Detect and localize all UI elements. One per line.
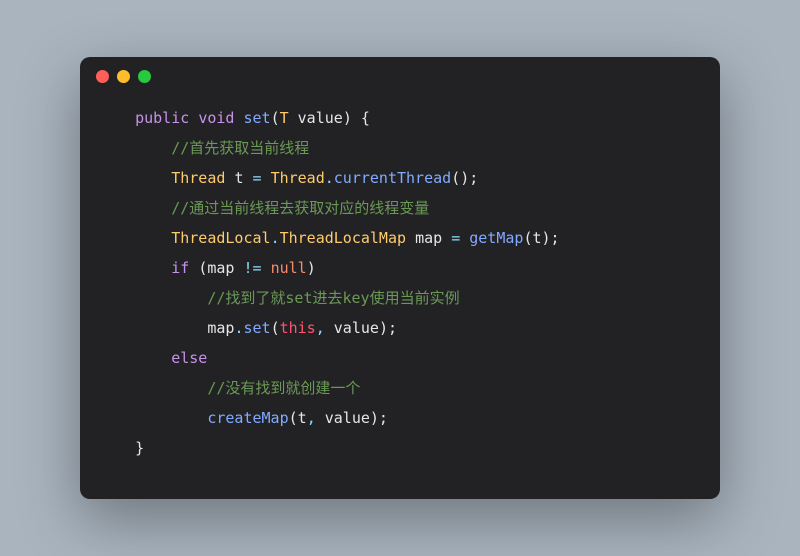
function-name: set (243, 109, 270, 127)
paren: ); (370, 409, 388, 427)
minimize-icon[interactable] (117, 70, 130, 83)
paren: ( (271, 109, 280, 127)
paren: ); (379, 319, 397, 337)
this-keyword: this (280, 319, 316, 337)
operator: != (243, 259, 261, 277)
method: getMap (469, 229, 523, 247)
variable: map (415, 229, 442, 247)
type: ThreadLocal (171, 229, 270, 247)
close-icon[interactable] (96, 70, 109, 83)
code-window: public void set(T value) { //首先获取当前线程 Th… (80, 57, 720, 499)
comment: //没有找到就创建一个 (207, 379, 360, 397)
type: ThreadLocalMap (280, 229, 406, 247)
keyword-type: void (198, 109, 234, 127)
class: Thread (271, 169, 325, 187)
paren: ) (343, 109, 352, 127)
code-block: public void set(T value) { //首先获取当前线程 Th… (80, 95, 720, 499)
param-type: T (280, 109, 289, 127)
keyword-else: else (171, 349, 207, 367)
paren: ); (542, 229, 560, 247)
paren: ) (307, 259, 316, 277)
arg: value (325, 409, 370, 427)
paren: ( (271, 319, 280, 337)
variable: map (207, 319, 234, 337)
tail: (); (451, 169, 478, 187)
arg: t (298, 409, 307, 427)
brace: } (135, 439, 144, 457)
variable: t (234, 169, 243, 187)
operator: = (451, 229, 460, 247)
dot: . (271, 229, 280, 247)
param-name: value (298, 109, 343, 127)
type: Thread (171, 169, 225, 187)
arg: t (532, 229, 541, 247)
titlebar (80, 57, 720, 95)
keyword-if: if (171, 259, 189, 277)
comment: //通过当前线程去获取对应的线程变量 (171, 199, 429, 217)
paren: ( (198, 259, 207, 277)
variable: map (207, 259, 234, 277)
maximize-icon[interactable] (138, 70, 151, 83)
method: set (243, 319, 270, 337)
arg: value (334, 319, 379, 337)
paren: ( (289, 409, 298, 427)
comma: , (316, 319, 325, 337)
method: createMap (207, 409, 288, 427)
brace: { (361, 109, 370, 127)
comment: //找到了就set进去key使用当前实例 (207, 289, 459, 307)
comma: , (307, 409, 316, 427)
dot: . (325, 169, 334, 187)
method: currentThread (334, 169, 451, 187)
comment: //首先获取当前线程 (171, 139, 309, 157)
null-literal: null (271, 259, 307, 277)
keyword-modifier: public (135, 109, 189, 127)
operator: = (253, 169, 262, 187)
